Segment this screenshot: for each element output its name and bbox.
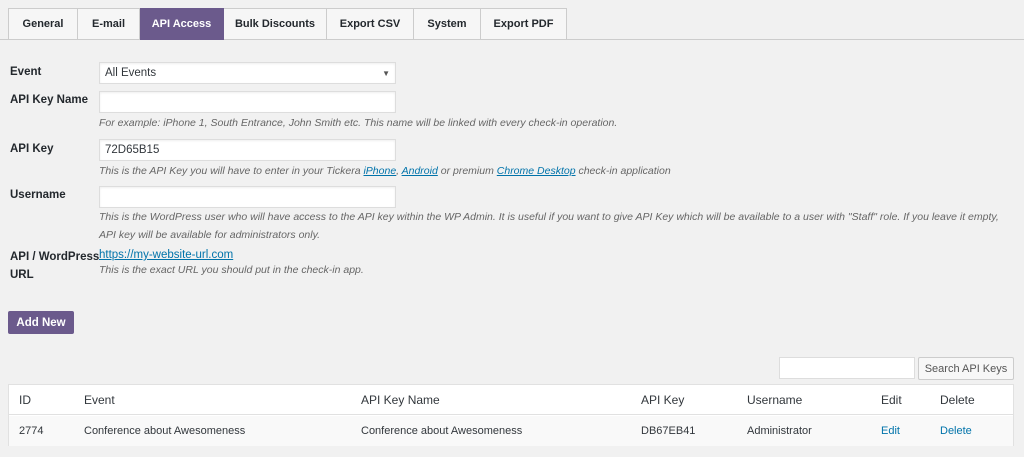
- api-key-desc-pre: This is the API Key you will have to ent…: [99, 165, 364, 177]
- iphone-link[interactable]: iPhone: [363, 165, 396, 177]
- event-select-value: All Events: [105, 67, 157, 79]
- header-event: Event: [84, 393, 115, 407]
- header-edit: Edit: [881, 393, 902, 407]
- row-edit-link[interactable]: Edit: [881, 416, 900, 446]
- api-key-desc-post: check-in application: [575, 165, 671, 177]
- api-key-name-label: API Key Name: [10, 94, 88, 106]
- username-input[interactable]: [99, 186, 396, 208]
- android-link[interactable]: Android: [402, 165, 438, 177]
- api-key-description: This is the API Key you will have to ent…: [99, 162, 671, 180]
- row-delete-link[interactable]: Delete: [940, 416, 972, 446]
- table-row: 2774 Conference about Awesomeness Confer…: [9, 416, 1013, 446]
- tab-api-access[interactable]: API Access: [140, 8, 224, 40]
- header-username: Username: [747, 393, 803, 407]
- header-id: ID: [19, 393, 31, 407]
- username-label: Username: [10, 189, 66, 201]
- row-username: Administrator: [747, 425, 812, 437]
- add-new-button[interactable]: Add New: [8, 311, 74, 334]
- row-id: 2774: [19, 425, 44, 437]
- tab-export-csv[interactable]: Export CSV: [327, 8, 414, 40]
- header-api-key-name: API Key Name: [361, 393, 440, 407]
- header-api-key: API Key: [641, 393, 685, 407]
- chevron-down-icon: ▼: [382, 68, 390, 78]
- tab-export-pdf[interactable]: Export PDF: [481, 8, 567, 40]
- tab-bulk-discounts[interactable]: Bulk Discounts: [224, 8, 327, 40]
- row-event: Conference about Awesomeness: [84, 425, 246, 437]
- table-header: ID Event API Key Name API Key Username E…: [9, 385, 1013, 415]
- api-key-desc-mid: or premium: [437, 165, 497, 177]
- username-description: This is the WordPress user who will have…: [99, 211, 999, 241]
- header-delete: Delete: [940, 393, 975, 407]
- tab-email[interactable]: E-mail: [78, 8, 140, 40]
- search-api-keys-input[interactable]: [779, 357, 915, 379]
- api-url-link[interactable]: https://my-website-url.com: [99, 249, 233, 261]
- tab-general[interactable]: General: [8, 8, 78, 40]
- chrome-desktop-link[interactable]: Chrome Desktop: [497, 165, 576, 177]
- api-keys-table: ID Event API Key Name API Key Username E…: [8, 384, 1014, 446]
- api-key-name-input[interactable]: [99, 91, 396, 113]
- tab-system[interactable]: System: [414, 8, 481, 40]
- api-key-name-description: For example: iPhone 1, South Entrance, J…: [99, 117, 618, 129]
- row-api-key: DB67EB41: [641, 425, 696, 437]
- search-api-keys-button[interactable]: Search API Keys: [918, 357, 1014, 380]
- api-url-label-line2: URL: [10, 269, 34, 281]
- row-api-key-name: Conference about Awesomeness: [361, 425, 523, 437]
- api-key-input[interactable]: [99, 139, 396, 161]
- api-url-label-line1: API / WordPress: [10, 251, 100, 263]
- event-select[interactable]: All Events ▼: [99, 62, 396, 84]
- api-key-label: API Key: [10, 143, 54, 155]
- api-url-label: API / WordPress URL: [10, 249, 99, 283]
- api-url-description: This is the exact URL you should put in …: [99, 264, 364, 276]
- event-label: Event: [10, 66, 42, 78]
- settings-tabs: General E-mail API Access Bulk Discounts…: [8, 8, 567, 40]
